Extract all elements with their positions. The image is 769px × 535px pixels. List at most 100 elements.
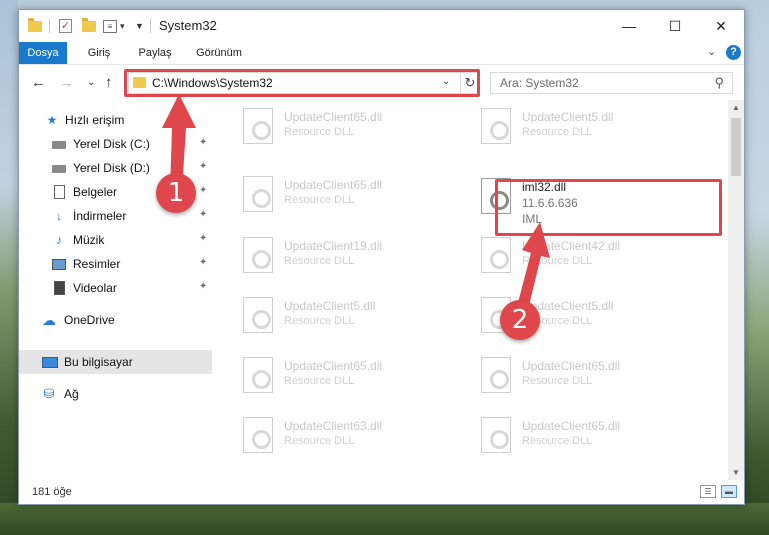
file-name: UpdateClient65.dll — [522, 419, 621, 433]
sidebar-item-onedrive[interactable]: ☁ OneDrive — [19, 308, 212, 332]
close-button[interactable]: ✕ — [698, 10, 744, 42]
vertical-scrollbar[interactable]: ▲ ▼ — [728, 100, 744, 480]
search-input[interactable]: Ara: System32 ⚲ — [490, 72, 733, 94]
sidebar-item-videos[interactable]: Videolar ✦ — [19, 276, 212, 300]
sidebar-item-music[interactable]: ♪ Müzik ✦ — [19, 228, 212, 252]
download-icon: ↓ — [56, 209, 62, 223]
network-icon: ⛁ — [43, 386, 55, 401]
pin-icon[interactable]: ✦ — [199, 209, 207, 220]
pin-icon[interactable]: ✦ — [199, 137, 207, 148]
search-icon[interactable]: ⚲ — [714, 75, 724, 91]
videos-icon — [54, 281, 65, 295]
scroll-down-icon[interactable]: ▼ — [732, 468, 740, 477]
pin-icon[interactable]: ✦ — [199, 233, 207, 244]
file-item[interactable]: UpdateClient19.dll Resource DLL — [239, 229, 469, 279]
pin-icon[interactable]: ✦ — [199, 161, 207, 172]
file-name: UpdateClient65.dll — [284, 178, 383, 192]
sidebar-item-label: Resimler — [73, 257, 121, 271]
minimize-button[interactable]: — — [606, 10, 652, 42]
sidebar-item-label: Videolar — [73, 281, 117, 295]
tab-file[interactable]: Dosya — [19, 42, 67, 64]
pin-icon[interactable]: ✦ — [199, 281, 207, 292]
file-name: UpdateClient65.dll — [284, 110, 383, 124]
file-description: Resource DLL — [522, 435, 593, 447]
dll-file-icon — [243, 108, 273, 144]
sidebar-item-pictures[interactable]: Resimler ✦ — [19, 252, 212, 276]
file-item[interactable]: UpdateClient5.dll Resource DLL — [239, 289, 469, 339]
file-name: UpdateClient63.dll — [284, 419, 383, 433]
sidebar-item-label: Müzik — [73, 233, 105, 247]
recent-locations-button[interactable]: ⌄ — [87, 77, 95, 88]
tab-view[interactable]: Görünüm — [190, 42, 248, 64]
dll-file-icon — [243, 357, 273, 393]
search-placeholder: Ara: System32 — [500, 76, 579, 90]
sidebar-item-network[interactable]: ⛁ Ağ — [19, 382, 212, 406]
quick-access-dropdown-icon[interactable]: ▼ — [135, 18, 144, 34]
file-name: UpdateClient19.dll — [284, 239, 383, 253]
dll-file-icon — [481, 237, 511, 273]
drive-icon — [52, 141, 66, 149]
navigation-bar: ← → ⌄ ↑ C:\Windows\System32 ⌄ ↻ Ara: Sys… — [19, 64, 744, 100]
file-name: UpdateClient42.dll — [522, 239, 621, 253]
music-icon: ♪ — [56, 233, 62, 247]
file-item[interactable]: UpdateClient5.dll Resource DLL — [477, 100, 707, 150]
tiles-view-icon[interactable]: ▬ — [721, 485, 737, 498]
file-item[interactable]: UpdateClient63.dll Resource DLL — [239, 409, 469, 459]
file-description: Resource DLL — [284, 435, 355, 447]
ribbon-expand-icon[interactable]: ⌄ — [707, 45, 716, 58]
navigation-pane: ★ Hızlı erişim Yerel Disk (C:) ✦ Yerel D… — [19, 100, 212, 480]
desktop-background-bottom — [0, 503, 769, 535]
computer-icon — [42, 357, 58, 368]
scroll-thumb[interactable] — [731, 118, 741, 176]
customize-quick-access-icon[interactable]: ▾ — [120, 18, 125, 34]
status-bar: 181 öğe ☰ ▬ — [19, 480, 744, 504]
sidebar-item-label: Yerel Disk (D:) — [73, 161, 150, 175]
pin-icon[interactable]: ✦ — [199, 185, 207, 196]
cloud-icon: ☁ — [42, 312, 56, 328]
sidebar-item-label: İndirmeler — [73, 209, 127, 223]
maximize-button[interactable]: ☐ — [652, 10, 698, 42]
title-bar: ✓ ≡ ▾ ▼ System32 — ☐ ✕ — [19, 10, 744, 42]
pictures-icon — [52, 259, 66, 270]
file-item[interactable]: UpdateClient65.dll Resource DLL — [477, 349, 707, 399]
file-description: Resource DLL — [284, 126, 355, 138]
sidebar-item-this-pc[interactable]: Bu bilgisayar — [19, 350, 212, 374]
tab-share[interactable]: Paylaş — [132, 42, 178, 64]
dll-file-icon — [243, 237, 273, 273]
properties-check-icon[interactable]: ✓ — [59, 18, 72, 34]
quick-access-separator — [49, 18, 50, 34]
file-description: Resource DLL — [522, 255, 593, 267]
new-folder-icon[interactable] — [82, 17, 96, 34]
file-name: UpdateClient5.dll — [284, 299, 376, 313]
file-description: Resource DLL — [522, 375, 593, 387]
tab-home[interactable]: Giriş — [79, 42, 119, 64]
up-button[interactable]: ↑ — [105, 74, 113, 91]
ribbon-tabs: Dosya Giriş Paylaş Görünüm ⌄ ? — [19, 42, 744, 64]
folder-icon[interactable] — [28, 17, 42, 34]
dll-file-icon — [481, 357, 511, 393]
file-item[interactable]: UpdateClient65.dll Resource DLL — [239, 100, 469, 150]
sidebar-item-local-disk-c[interactable]: Yerel Disk (C:) ✦ — [19, 132, 212, 156]
properties-icon[interactable]: ≡ — [103, 18, 117, 34]
file-item[interactable]: UpdateClient42.dll Resource DLL — [477, 229, 707, 279]
scroll-up-icon[interactable]: ▲ — [732, 103, 740, 112]
file-item[interactable]: UpdateClient65.dll Resource DLL — [239, 349, 469, 399]
sidebar-item-label: Bu bilgisayar — [64, 355, 133, 369]
back-button[interactable]: ← — [31, 74, 46, 91]
step-badge-2: 2 — [500, 300, 540, 340]
address-highlight-box — [124, 69, 480, 97]
drive-icon — [52, 165, 66, 173]
file-item[interactable]: UpdateClient65.dll Resource DLL — [477, 409, 707, 459]
pin-icon[interactable]: ✦ — [199, 257, 207, 268]
sidebar-item-quick-access[interactable]: ★ Hızlı erişim — [19, 108, 212, 132]
file-description: Resource DLL — [284, 375, 355, 387]
step-badge-1: 1 — [156, 173, 196, 213]
desktop-background-left — [0, 0, 18, 535]
title-separator — [150, 18, 151, 34]
sidebar-item-label: OneDrive — [64, 313, 115, 327]
file-description: Resource DLL — [522, 126, 593, 138]
forward-button[interactable]: → — [59, 74, 74, 91]
file-item[interactable]: UpdateClient65.dll Resource DLL — [239, 168, 469, 218]
details-view-icon[interactable]: ☰ — [700, 485, 716, 498]
help-icon[interactable]: ? — [726, 45, 741, 60]
